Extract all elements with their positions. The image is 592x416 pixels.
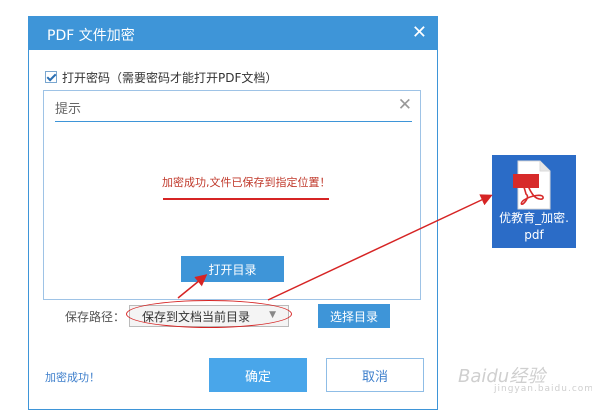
tip-panel-title: 提示 (55, 102, 82, 117)
desktop-file[interactable]: 优教育_加密. pdf (492, 155, 576, 248)
pdf-file-icon (513, 160, 551, 210)
open-directory-button[interactable]: 打开目录 (181, 256, 284, 282)
baidu-watermark: Baidu经验 jingyan.baidu.com (458, 362, 592, 394)
cancel-button[interactable]: 取消 (326, 358, 424, 392)
open-password-checkbox[interactable] (45, 71, 57, 83)
choose-directory-button[interactable]: 选择目录 (318, 304, 390, 328)
file-name: 优教育_加密. pdf (492, 210, 576, 244)
pdf-encrypt-dialog: PDF 文件加密 ✕ 打开密码（需要密码才能打开PDF文档） 提示 ✕ 加密成功… (28, 16, 438, 410)
success-message: 加密成功,文件已保存到指定位置！ (162, 176, 331, 189)
status-text: 加密成功！ (45, 371, 100, 384)
ok-button[interactable]: 确定 (209, 358, 307, 392)
save-path-value: 保存到文档当前目录 (142, 309, 251, 324)
message-underline-annotation (163, 198, 329, 200)
tip-panel: 提示 ✕ 加密成功,文件已保存到指定位置！ 打开目录 (43, 90, 421, 300)
file-name-line1: 优教育_加密. (499, 211, 569, 225)
chevron-down-icon[interactable]: ▼ (269, 310, 276, 320)
save-path-select[interactable]: 保存到文档当前目录 ▼ (129, 305, 289, 327)
title-bar: PDF 文件加密 ✕ (29, 17, 437, 50)
dialog-title: PDF 文件加密 (47, 28, 135, 44)
close-icon[interactable]: ✕ (412, 24, 427, 42)
open-password-option[interactable]: 打开密码（需要密码才能打开PDF文档） (45, 68, 277, 86)
tip-panel-header: 提示 ✕ (55, 91, 412, 122)
save-path-label: 保存路径： (65, 310, 126, 324)
tip-close-icon[interactable]: ✕ (398, 95, 412, 115)
open-password-label: 打开密码（需要密码才能打开PDF文档） (62, 70, 278, 85)
file-name-line2: pdf (524, 228, 544, 242)
watermark-subtext: jingyan.baidu.com (494, 384, 592, 394)
